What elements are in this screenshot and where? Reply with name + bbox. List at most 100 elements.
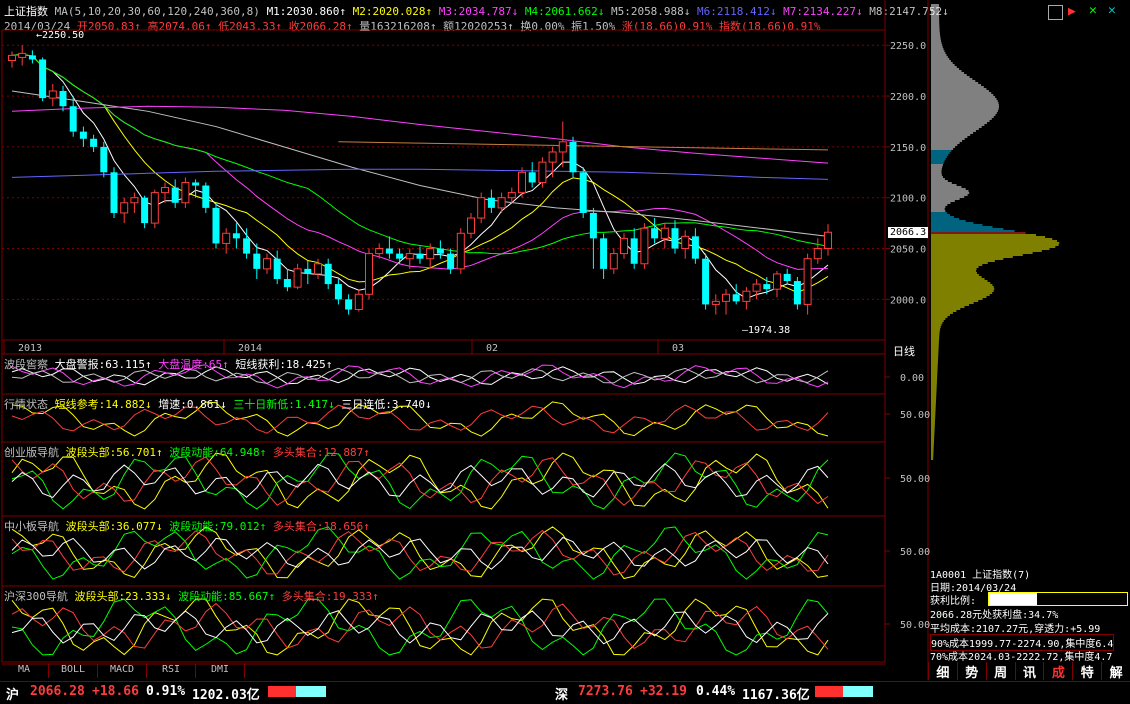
tab-rsi[interactable]: RSI [147,664,196,678]
side-tab[interactable]: 势 [956,662,986,681]
candle-body-down [763,284,771,290]
candle-body-down [100,146,108,173]
indicator-value: 增速:0.861↓ [158,398,234,411]
candle-body-up [161,187,169,194]
indicator-panel-header: 波段窖察 大盘警报:63.115↑ 大盘温度:65↑ 短线获利:18.425↑ [4,356,332,372]
candle-body-up [314,263,322,275]
candle-body-up [18,52,27,58]
candle-body-down [283,279,291,288]
candle-body-up [150,192,159,224]
candle-body-down [110,172,118,213]
candle-body-down [79,131,87,139]
indicator-panel-header: 沪深300导航 波段头部:23.333↓ 波段动能:85.667↑ 多头集合:1… [4,588,379,604]
price-tick-label: 2250.0 [890,41,926,52]
candle-body-up [426,248,435,260]
status-bar: 沪 2066.28 +18.66 0.91% 1202.03亿 深 7273.7… [0,681,1130,704]
side-tab[interactable]: 周 [985,662,1015,681]
price-tick-label: 2000.0 [890,295,926,306]
indicator-tick-label: 50.00 [900,547,930,558]
indicator-line [11,529,829,576]
candle-body-up [263,258,271,270]
candle-body-up [538,161,547,183]
candle-body-down [579,172,587,213]
candle-body-up [405,253,414,260]
candle-body-up [742,290,751,302]
indicator-value: 大盘警报:63.115↑ [54,358,159,371]
tab-dmi[interactable]: DMI [196,664,245,678]
sh-label: 沪 [6,688,20,703]
sz-down-bar [843,686,873,697]
tab-ma[interactable]: MA [0,664,49,678]
indicator-value: 三日连低:3.740↓ [341,398,432,411]
candle-body-up [681,235,690,250]
candle-body-down [324,263,332,285]
indicator-tabs: MA BOLL MACD RSI DMI [0,664,245,678]
sh-up-bar [268,686,296,697]
indicator-value: 多头集合:19.333↑ [281,590,379,603]
sz-price: 7273.76 [578,684,633,699]
indicator-name: 波段窖察 [4,358,55,371]
candle-body-down [600,238,608,269]
sz-label: 深 [555,688,569,703]
candle-body-up [497,197,506,209]
candle-body-down [304,268,312,274]
indicator-value: 波段头部:56.701↑ [65,446,170,459]
candle-body-down [447,253,455,269]
side-tab[interactable]: 讯 [1014,662,1044,681]
side-tab[interactable]: 细 [928,662,957,681]
sz-amount: 1167.36亿 [742,688,810,703]
candle-body-down [702,258,710,305]
sh-price: 2066.28 [30,684,85,699]
candle-body-down [334,284,342,300]
price-tick-label: 2200.0 [890,92,926,103]
candle-body-down [253,253,261,269]
tab-boll[interactable]: BOLL [49,664,98,678]
candle-body-down [212,207,220,244]
candle-body-up [467,217,475,234]
period-label[interactable]: 日线 [893,343,915,359]
chart-frame [1,29,886,663]
candle-body-down [385,248,393,254]
indicator-value: 波段动能:85.667↑ [178,590,282,603]
indicator-line [11,610,829,645]
indicator-name: 创业版导航 [4,446,66,459]
date-tick-label: 2013 [18,343,42,354]
candle-body-down [345,299,353,310]
candle-body-up [354,293,363,311]
indicator-value: 波段动能:79.012↑ [169,520,273,533]
indicator-value: 多头集合:18.656↑ [272,520,370,533]
ma120-line [11,168,829,180]
indicator-line [11,536,829,570]
candle-body-down [39,59,47,99]
indicator-panel-header: 行情状态 短线参考:14.882↓ 增速:0.861↓ 三十日新低:1.417↓… [4,396,432,412]
candle-body-down [793,281,801,305]
side-tab[interactable]: 成 [1043,662,1073,681]
current-price-tag: 2066.3 [888,227,929,238]
low-marker: —1974.38 [742,325,791,336]
profit-value: 34.7% [1048,593,1079,604]
price-grid [2,44,885,300]
candle-body-up [120,202,129,214]
tab-macd[interactable]: MACD [98,664,147,678]
candle-body-down [202,185,210,208]
indicator-tick-label: 50.00 [900,620,930,631]
sh-percent: 0.91% [146,684,186,699]
candle-body-up [620,237,628,255]
candle-body-down [783,273,791,282]
candle-body-down [436,248,444,254]
candle-body-down [28,55,36,60]
side-tab[interactable]: 特 [1072,662,1102,681]
candle-body-down [171,187,179,203]
candle-body-down [691,236,699,259]
candle-body-up [803,258,812,305]
side-tab[interactable]: 解 [1101,662,1130,681]
indicator-tick-label: 50.00 [900,410,930,421]
sz-change: +32.19 [640,684,687,699]
candle-body-up [722,293,730,302]
candle-body-up [752,283,761,292]
indicator-tick-label: 0.00 [900,373,924,384]
candle-body-down [396,253,404,259]
chip-distribution [931,4,1060,460]
candles [8,45,832,315]
date-tick-label: 03 [672,343,684,354]
